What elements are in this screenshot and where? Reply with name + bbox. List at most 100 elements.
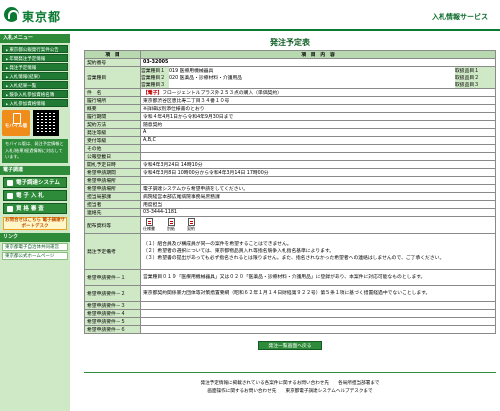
- eproc-system-top-button[interactable]: 電子調達システム(TOP): [3, 176, 67, 197]
- table-row: 希望申請場所: [84, 176, 496, 185]
- row-label: 希望申請期間: [84, 168, 141, 177]
- attachment-spec[interactable]: 仕様書: [143, 218, 155, 232]
- row-label: 受付等級: [84, 136, 141, 145]
- attachment-appendix-label: 別紙: [167, 226, 175, 231]
- page-title: 発注予定表: [270, 38, 310, 47]
- sidebar-eproc-heading: 電子調達: [0, 165, 70, 175]
- sidebar-item-qualification-info[interactable]: 入札参加資格情報: [2, 99, 68, 107]
- table-row: その他: [84, 144, 496, 153]
- back-to-list-button[interactable]: 発注一覧画面へ戻る: [258, 341, 322, 350]
- row-value: 病院経営本部広尾病院事務局庶務課: [140, 192, 496, 201]
- contract-no-value: 03-32005: [140, 58, 496, 67]
- tokyo-logo[interactable]: 東京都: [4, 7, 74, 24]
- sidebar: 入札メニュー 東京都公報発行案件公告 年間発注予定情報 発注予定情報 入札情報(…: [0, 34, 70, 411]
- table-row: 開札予定日時 令和4年3月24日 14時10分: [84, 160, 496, 169]
- detail-table: 項 目 項 目 内 容 契約番号 03-32005 営業種目 営業種目１ 019 …: [84, 50, 496, 334]
- handling-item-label: 取扱品目１: [455, 67, 495, 74]
- header: 東京都 入札情報サービス: [0, 0, 500, 28]
- tokyo-emblem-icon: [4, 7, 19, 22]
- business-name: [169, 81, 455, 88]
- row-label: 契約方法: [84, 120, 141, 129]
- table-row: 希望申請要件－１ 営業種目０１９「医療用機械器具」又は０２０「医薬品・診療材料・…: [84, 269, 496, 286]
- sidebar-menu-heading: 入札メニュー: [0, 34, 70, 43]
- sidebar-item-qualification-list[interactable]: 競争入札参加資格名簿: [2, 90, 68, 98]
- link-joint-operation[interactable]: 東京都電子自治体共同運営: [2, 242, 68, 251]
- attachment-appendix[interactable]: 別紙: [167, 218, 175, 232]
- header-content: 項 目 内 容: [140, 50, 496, 59]
- attachment-contract[interactable]: 契約: [187, 218, 195, 232]
- condition-line: （２）希望者の選択については、東京都物品買入れ等指名競争入札指名基準によります。: [143, 249, 335, 254]
- requirement-value: [140, 309, 496, 318]
- link-official-homepage[interactable]: 東京都公式ホームページ: [2, 251, 68, 260]
- table-row: 担当局部課 病院経営本部広尾病院事務局庶務課: [84, 192, 496, 201]
- mobile-version-button[interactable]: モバイル版: [2, 110, 30, 136]
- row-value: 令和４年4月1日から令和4年9月30日まで: [140, 112, 496, 121]
- sidebar-item-order-schedule[interactable]: 発注予定情報: [2, 63, 68, 71]
- table-row: 担当者 用度担当: [84, 200, 496, 209]
- footer-contact-line: 発注予定情報に掲載されている各案件に関するお問い合わせ先 各局所担当部署まで: [200, 381, 380, 386]
- conditions-cell: （１）組合員及び構成員が同一の案件を希望することはできません。 （２）希望者の選…: [140, 233, 496, 270]
- requirement-value: [140, 325, 496, 334]
- table-row: 受付等級 A,B,C: [84, 136, 496, 145]
- conditions-label: 発注予定備考: [84, 233, 141, 270]
- pdf-document-icon: [145, 218, 153, 226]
- row-label: 発注等級: [84, 128, 141, 137]
- row-value: 03-3444-1181: [140, 208, 496, 217]
- requirement-label: 希望申請要件－４: [84, 309, 141, 318]
- condition-line: （３）希望書の提出があっても必ず指名されるとは限りません。また、指名されなかった…: [143, 256, 445, 261]
- row-value: ※詳細は別添仕様書のとおり: [140, 104, 496, 113]
- row-value: 随意契約: [140, 120, 496, 129]
- attachment-contract-label: 契約: [187, 226, 195, 231]
- contract-no-label: 契約番号: [84, 58, 141, 67]
- subject-text: フロージェントルプラス外２５３点の購入（単価契約）: [162, 91, 282, 96]
- sidebar-item-annual-schedule[interactable]: 年間発注予定情報: [2, 54, 68, 62]
- table-header-row: 項 目 項 目 内 容: [84, 50, 496, 59]
- requirement-value: 営業種目０１９「医療用機械器具」又は０２０「医薬品・診療材料・介護用品」に登録が…: [140, 269, 496, 286]
- main-content: 発注予定表 項 目 項 目 内 容 契約番号 03-32005 営業種目 営業種…: [84, 34, 496, 350]
- table-row: 契約方法 随意契約: [84, 120, 496, 129]
- header-divider: [0, 29, 500, 31]
- table-row: 契約番号 03-32005: [84, 58, 496, 67]
- row-value: A,B,C: [140, 136, 496, 145]
- table-row: 希望申請要件－５: [84, 317, 496, 326]
- qr-code-icon: [33, 110, 59, 136]
- table-row: 希望申請要件－６: [84, 325, 496, 334]
- row-label: 希望申請場所: [84, 176, 141, 185]
- sidebar-item-bid-results[interactable]: 入札結果一覧: [2, 81, 68, 89]
- row-value: A: [140, 128, 496, 137]
- requirement-label: 希望申請要件－６: [84, 325, 141, 334]
- subject-label: 件 名: [84, 88, 141, 97]
- table-row: 発注予定備考 （１）組合員及び構成員が同一の案件を希望することはできません。 （…: [84, 233, 496, 270]
- row-value: 電子調達システムから希望申請をしてください。: [140, 184, 496, 193]
- row-value: 用度担当: [140, 200, 496, 209]
- table-row: 連絡先 03-3444-1181: [84, 208, 496, 217]
- row-label: 担当局部課: [84, 192, 141, 201]
- pdf-document-icon: [167, 218, 175, 226]
- requirement-label: 希望申請要件－１: [84, 269, 141, 286]
- handling-item-label: 取扱品目２: [455, 74, 495, 81]
- row-value: [140, 176, 496, 185]
- row-value: 令和4年3月24日 14時10分: [140, 160, 496, 169]
- header-item: 項 目: [84, 50, 141, 59]
- business-no: 営業種目３: [141, 81, 169, 88]
- electronic-bid-button[interactable]: 電 子 入 札: [3, 189, 67, 201]
- support-desk-banner[interactable]: お問合せはこちら 電子調達サポートデスク: [3, 216, 67, 230]
- sidebar-item-public-notice[interactable]: 東京都公報発行案件公告: [2, 45, 68, 53]
- business-cell: 営業種目１ 019 医療用機械器具 取扱品目１ 営業種目２ 020 医薬品・診療材料・…: [140, 66, 496, 89]
- row-label: 担当者: [84, 200, 141, 209]
- table-row: 履行期間 令和４年4月1日から令和4年9月30日まで: [84, 112, 496, 121]
- row-value: [140, 144, 496, 153]
- row-label: 連絡先: [84, 208, 141, 217]
- row-label: その他: [84, 144, 141, 153]
- bid-icon: [7, 192, 13, 199]
- table-row: 希望申請要件－２ 東京都契約関係暴力団体等対策措置要綱（昭和６２年１月１４日財経…: [84, 285, 496, 302]
- footer: 発注予定情報に掲載されている各案件に関するお問い合わせ先 各局所担当部署まで 画…: [84, 380, 496, 396]
- sidebar-item-bid-info[interactable]: 入札情報(結果): [2, 72, 68, 80]
- table-row: 履行場所 東京都渋谷区恵比寿二丁目３４番１０号: [84, 96, 496, 105]
- row-value: 東京都渋谷区恵比寿二丁目３４番１０号: [140, 96, 496, 105]
- qualification-review-button[interactable]: 資 格 審 査: [3, 202, 67, 214]
- system-icon: [7, 179, 13, 186]
- business-no: 営業種目２: [141, 74, 169, 81]
- table-row: 希望申請要件－４: [84, 309, 496, 318]
- electronic-bid-label: 電 子 入 札: [16, 192, 44, 199]
